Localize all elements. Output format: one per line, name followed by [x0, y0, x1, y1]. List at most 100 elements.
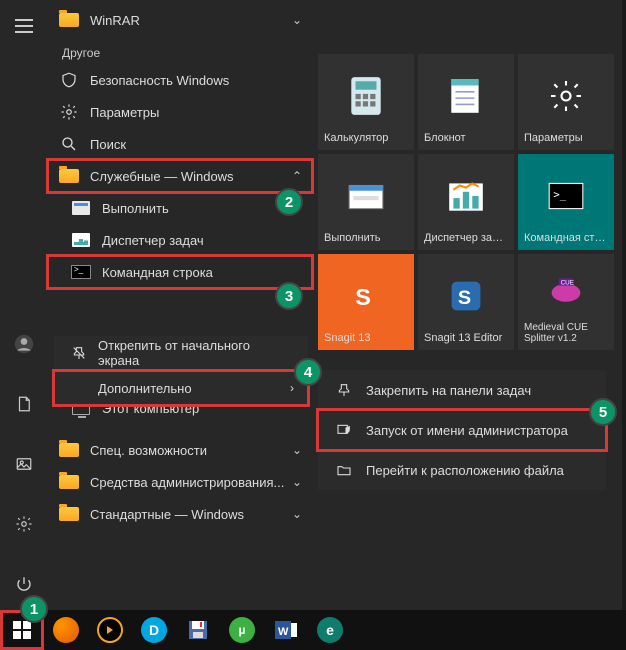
- user-avatar-icon[interactable]: [0, 324, 48, 364]
- folder-icon: [58, 439, 80, 461]
- shield-icon: [58, 69, 80, 91]
- step-badge-4: 4: [294, 358, 322, 386]
- list-item-label: WinRAR: [90, 13, 292, 28]
- taskbar-edge[interactable]: e: [310, 612, 350, 648]
- list-item-label: Диспетчер задач: [102, 233, 302, 248]
- ctx-open-location[interactable]: Перейти к расположению файла: [318, 450, 606, 490]
- documents-icon[interactable]: [0, 384, 48, 424]
- settings-icon[interactable]: [0, 504, 48, 544]
- step-badge-2: 2: [275, 188, 303, 216]
- list-item-winrar[interactable]: WinRAR ⌄: [48, 4, 312, 36]
- tile-cue-splitter[interactable]: CUE Medieval CUE Splitter v1.2: [518, 254, 614, 350]
- ctx-item-label: Запуск от имени администратора: [366, 423, 568, 438]
- taskmgr-icon: [70, 229, 92, 251]
- taskbar-utorrent[interactable]: µ: [222, 612, 262, 648]
- admin-shield-icon: [332, 422, 356, 438]
- ctx-more[interactable]: Дополнительно ›: [54, 371, 308, 405]
- chevron-down-icon: ⌄: [292, 475, 302, 489]
- list-item-label: Поиск: [90, 137, 302, 152]
- tiles-grid: Калькулятор Блокнот Параметры Выполнить …: [312, 0, 622, 610]
- tile-taskmgr[interactable]: Диспетчер задач: [418, 154, 514, 250]
- tile-label: Диспетчер задач: [424, 232, 508, 244]
- tile-settings[interactable]: Параметры: [518, 54, 614, 150]
- ctx-item-label: Открепить от начального экрана: [98, 338, 294, 368]
- tile-label: Snagit 13 Editor: [424, 332, 508, 344]
- section-label: Другое: [48, 36, 312, 64]
- hamburger-icon[interactable]: [0, 6, 48, 46]
- tile-label: Выполнить: [324, 232, 408, 244]
- folder-icon: [58, 503, 80, 525]
- step-badge-1: 1: [20, 595, 48, 623]
- pin-icon: [332, 382, 356, 398]
- app-list: WinRAR ⌄ Другое Безопасность Windows Пар…: [48, 0, 312, 610]
- list-item-label: Выполнить: [102, 201, 302, 216]
- chevron-right-icon: ›: [290, 381, 294, 395]
- tile-run[interactable]: Выполнить: [318, 154, 414, 250]
- ctx-item-label: Закрепить на панели задач: [366, 383, 531, 398]
- taskbar-save[interactable]: [178, 612, 218, 648]
- list-item-accessibility[interactable]: Спец. возможности ⌄: [48, 434, 312, 466]
- context-menu-2: Закрепить на панели задач Запуск от имен…: [318, 370, 606, 490]
- left-icon-bar: [0, 0, 48, 610]
- svg-text:CUE: CUE: [561, 280, 574, 287]
- list-item-search[interactable]: Поиск: [48, 128, 312, 160]
- windows-logo-icon: [13, 621, 31, 639]
- tile-notepad[interactable]: Блокнот: [418, 54, 514, 150]
- taskbar-firefox[interactable]: [46, 612, 86, 648]
- run-icon: [70, 197, 92, 219]
- list-item-run[interactable]: Выполнить: [48, 192, 312, 224]
- taskbar: D µ W e: [0, 610, 626, 650]
- tile-label: Medieval CUE Splitter v1.2: [524, 322, 608, 344]
- folder-icon: [58, 9, 80, 31]
- ctx-item-label: Дополнительно: [98, 381, 290, 396]
- cmd-icon: [70, 261, 92, 283]
- list-item-cmd[interactable]: Командная строка: [48, 256, 312, 288]
- ctx-item-label: Перейти к расположению файла: [366, 463, 564, 478]
- chevron-down-icon: ⌄: [292, 507, 302, 521]
- list-item-admin-tools-folder[interactable]: Средства администрирования... ⌄: [48, 466, 312, 498]
- search-icon: [58, 133, 80, 155]
- list-item-security[interactable]: Безопасность Windows: [48, 64, 312, 96]
- taskbar-aimp[interactable]: [90, 612, 130, 648]
- step-badge-3: 3: [275, 282, 303, 310]
- chevron-down-icon: ⌄: [292, 13, 302, 27]
- list-item-label: Безопасность Windows: [90, 73, 302, 88]
- pictures-icon[interactable]: [0, 444, 48, 484]
- tile-label: Командная строка: [524, 232, 608, 244]
- svg-text:S: S: [458, 287, 471, 309]
- list-item-label: Спец. возможности: [90, 443, 292, 458]
- step-badge-5: 5: [589, 398, 617, 426]
- chevron-up-icon: ⌃: [292, 169, 302, 183]
- list-item-label: Стандартные — Windows: [90, 507, 292, 522]
- tile-cmd[interactable]: >_ Командная строка: [518, 154, 614, 250]
- ctx-run-admin[interactable]: Запуск от имени администратора: [318, 410, 606, 450]
- list-item-settings[interactable]: Параметры: [48, 96, 312, 128]
- svg-text:W: W: [278, 626, 289, 638]
- list-item-system-tools[interactable]: Служебные — Windows ⌃: [48, 160, 312, 192]
- list-item-label: Параметры: [90, 105, 302, 120]
- list-item-standard[interactable]: Стандартные — Windows ⌄: [48, 498, 312, 530]
- ctx-unpin-start[interactable]: Открепить от начального экрана: [54, 336, 308, 370]
- taskbar-player[interactable]: D: [134, 612, 174, 648]
- taskbar-word[interactable]: W: [266, 612, 306, 648]
- list-item-label: Командная строка: [102, 265, 302, 280]
- ctx-pin-taskbar[interactable]: Закрепить на панели задач: [318, 370, 606, 410]
- list-item-label: Средства администрирования...: [90, 475, 292, 490]
- folder-icon: [58, 165, 80, 187]
- tile-label: Snagit 13: [324, 332, 408, 344]
- svg-text:S: S: [355, 284, 371, 310]
- tile-calculator[interactable]: Калькулятор: [318, 54, 414, 150]
- tile-snagit[interactable]: S Snagit 13: [318, 254, 414, 350]
- tile-label: Параметры: [524, 132, 608, 144]
- tile-label: Блокнот: [424, 132, 508, 144]
- list-item-taskmgr[interactable]: Диспетчер задач: [48, 224, 312, 256]
- folder-open-icon: [332, 462, 356, 478]
- gear-icon: [58, 101, 80, 123]
- chevron-down-icon: ⌄: [292, 443, 302, 457]
- unpin-icon: [68, 345, 90, 361]
- tile-snagit-editor[interactable]: S Snagit 13 Editor: [418, 254, 514, 350]
- list-item-label: Служебные — Windows: [90, 169, 292, 184]
- svg-text:>_: >_: [553, 189, 566, 201]
- tile-label: Калькулятор: [324, 132, 408, 144]
- start-menu: WinRAR ⌄ Другое Безопасность Windows Пар…: [0, 0, 622, 610]
